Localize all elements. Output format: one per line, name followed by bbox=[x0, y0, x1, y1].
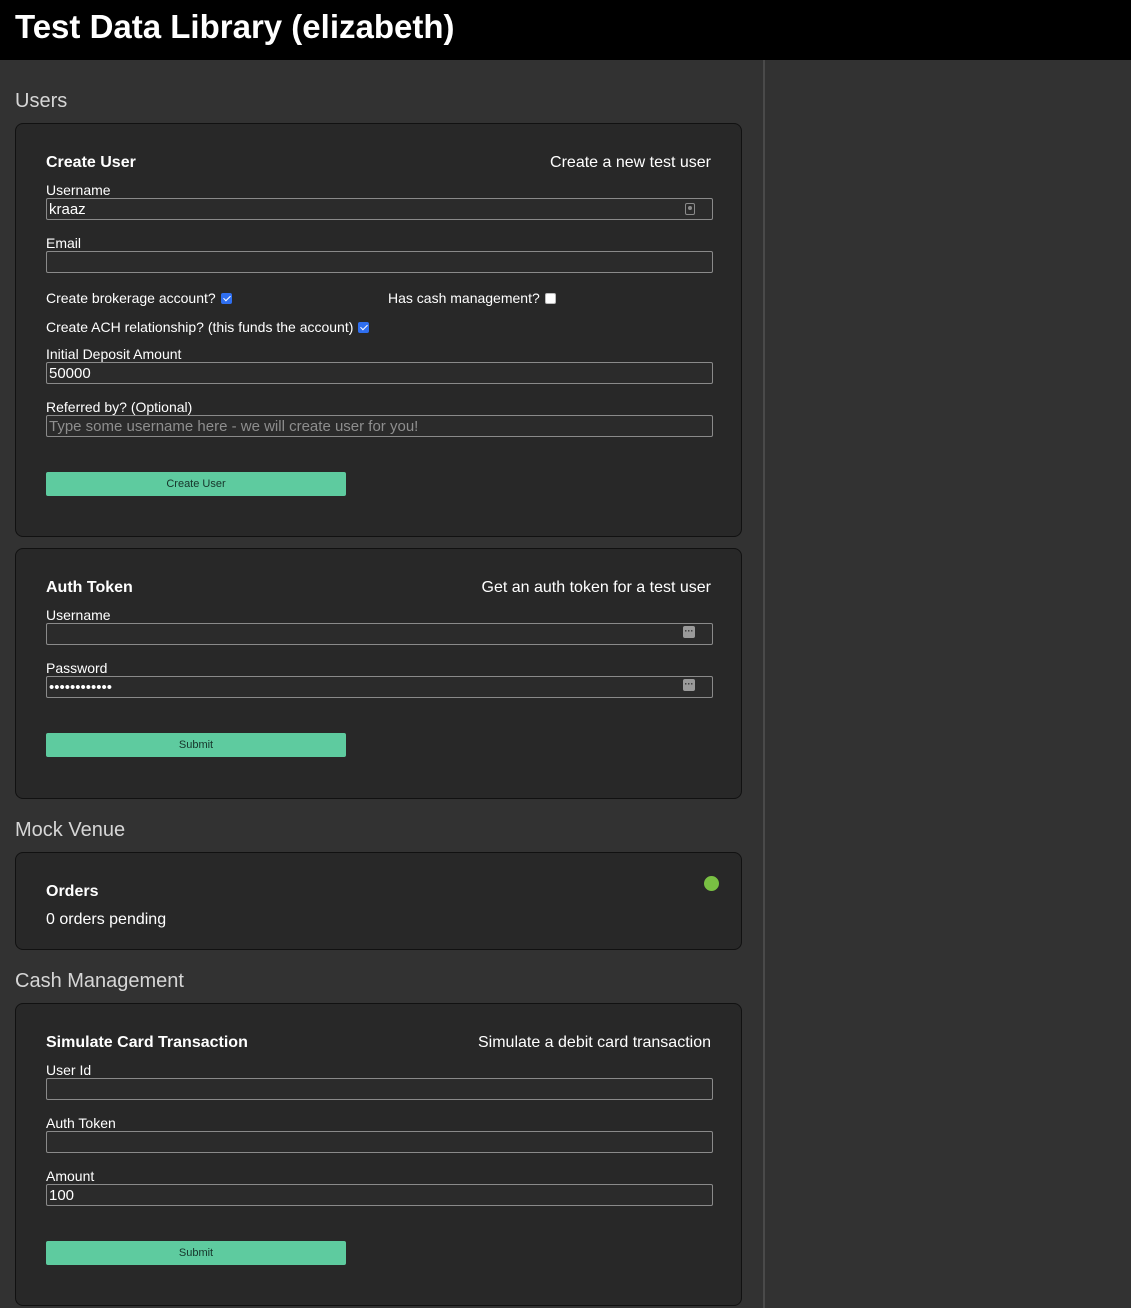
username-label: Username bbox=[46, 607, 111, 623]
page-title: Test Data Library (elizabeth) bbox=[15, 8, 455, 45]
card-transaction-card: Simulate Card Transaction Simulate a deb… bbox=[15, 1003, 742, 1306]
amount-input[interactable] bbox=[46, 1184, 713, 1206]
username-label: Username bbox=[46, 182, 111, 198]
cash-management-row: Has cash management? bbox=[388, 290, 556, 306]
card-txn-submit-button[interactable]: Submit bbox=[46, 1241, 346, 1265]
email-label: Email bbox=[46, 235, 82, 251]
ach-checkbox[interactable] bbox=[358, 321, 370, 333]
brokerage-label: Create brokerage account? bbox=[46, 290, 216, 306]
password-manager-icon[interactable]: ··· bbox=[683, 679, 695, 691]
card-title: Create User bbox=[46, 154, 136, 171]
contact-card-icon[interactable] bbox=[685, 203, 695, 215]
section-title-mock-venue: Mock Venue bbox=[15, 819, 126, 841]
cash-management-checkbox[interactable] bbox=[544, 292, 556, 304]
ach-row: Create ACH relationship? (this funds the… bbox=[46, 319, 370, 335]
amount-label: Amount bbox=[46, 1168, 95, 1184]
password-input[interactable] bbox=[46, 676, 713, 698]
card-description: Simulate a debit card transaction bbox=[477, 1034, 711, 1051]
create-user-card: Create User Create a new test user Usern… bbox=[15, 123, 742, 537]
card-title: Auth Token bbox=[46, 579, 133, 596]
top-bar: Test Data Library (elizabeth) bbox=[0, 0, 1131, 60]
card-description: Get an auth token for a test user bbox=[481, 579, 711, 596]
section-title-cash-management: Cash Management bbox=[15, 970, 184, 992]
ach-label: Create ACH relationship? (this funds the… bbox=[46, 319, 354, 335]
password-manager-icon[interactable]: ··· bbox=[683, 626, 695, 638]
user-id-input[interactable] bbox=[46, 1078, 713, 1100]
status-indicator bbox=[704, 876, 719, 891]
email-input[interactable] bbox=[46, 251, 713, 273]
orders-pending-text: 0 orders pending bbox=[46, 911, 167, 928]
auth-submit-button[interactable]: Submit bbox=[46, 733, 346, 757]
auth-token-input[interactable] bbox=[46, 1131, 713, 1153]
username-input[interactable] bbox=[46, 198, 713, 220]
cash-management-label: Has cash management? bbox=[388, 290, 540, 306]
referred-input[interactable] bbox=[46, 415, 713, 437]
brokerage-checkbox[interactable] bbox=[220, 292, 232, 304]
section-title-users: Users bbox=[15, 90, 68, 112]
referred-label: Referred by? (Optional) bbox=[46, 399, 193, 415]
create-user-button[interactable]: Create User bbox=[46, 472, 346, 496]
panel-divider bbox=[763, 60, 765, 1308]
orders-card: Orders 0 orders pending bbox=[15, 852, 742, 950]
user-id-label: User Id bbox=[46, 1062, 92, 1078]
auth-token-card: Auth Token Get an auth token for a test … bbox=[15, 548, 742, 799]
deposit-input[interactable] bbox=[46, 362, 713, 384]
auth-token-label: Auth Token bbox=[46, 1115, 116, 1131]
auth-username-input[interactable] bbox=[46, 623, 713, 645]
card-title: Orders bbox=[46, 883, 99, 900]
card-description: Create a new test user bbox=[550, 154, 711, 171]
card-title: Simulate Card Transaction bbox=[46, 1034, 248, 1051]
password-label: Password bbox=[46, 660, 108, 676]
deposit-label: Initial Deposit Amount bbox=[46, 346, 182, 362]
brokerage-row: Create brokerage account? bbox=[46, 290, 232, 306]
